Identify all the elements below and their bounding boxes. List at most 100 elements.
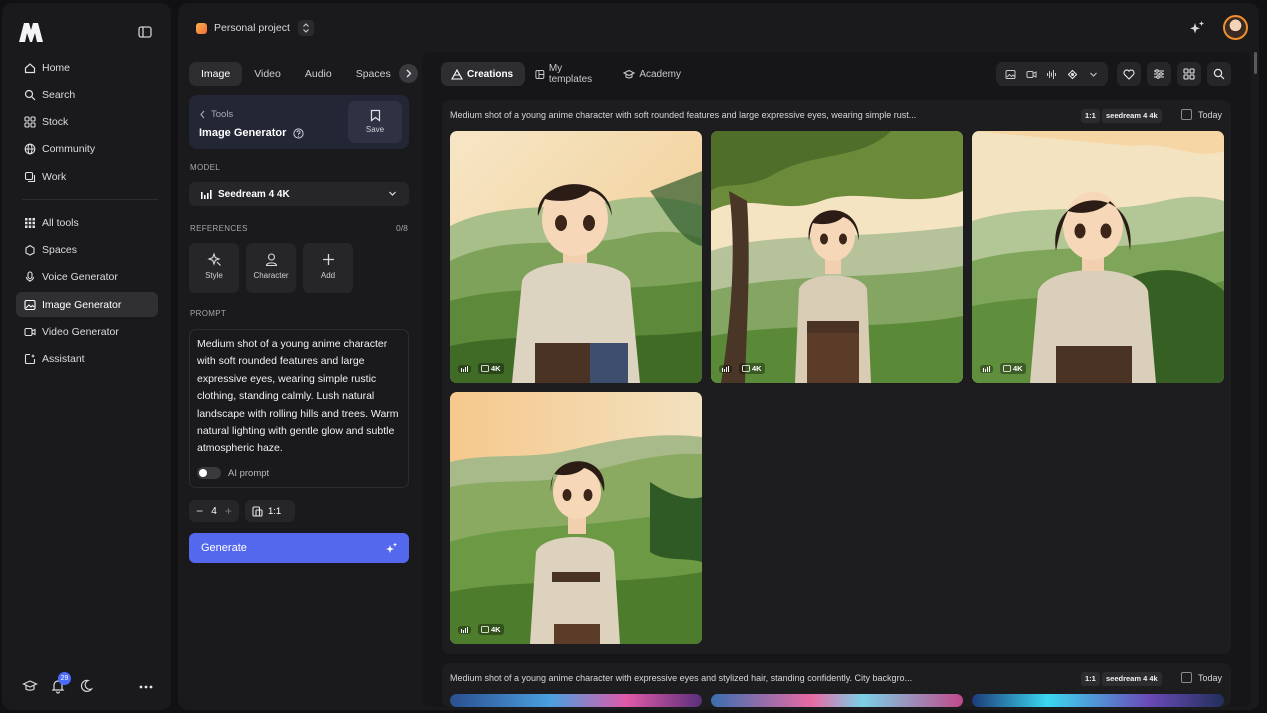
resolution-label: 4K: [1013, 364, 1023, 373]
prompt-section-label: PROMPT: [190, 309, 227, 318]
quantity-value: 4: [211, 505, 217, 517]
model-bars-icon: [722, 365, 729, 372]
favorites-button[interactable]: [1117, 62, 1141, 86]
sidebar-item-voice-generator[interactable]: Voice Generator: [16, 265, 158, 290]
user-avatar[interactable]: [1223, 15, 1248, 40]
anime-boy-hills-image: [450, 131, 702, 383]
anime-girl-hills-image: [972, 131, 1224, 383]
generated-image[interactable]: 4K: [450, 392, 702, 644]
filter-settings-button[interactable]: [1147, 62, 1171, 86]
sidebar-item-spaces[interactable]: Spaces: [16, 237, 158, 262]
app-logo[interactable]: [18, 21, 44, 43]
generated-image[interactable]: [711, 694, 963, 707]
moon-icon[interactable]: [78, 678, 94, 694]
generation-prompt[interactable]: Medium shot of a young anime character w…: [450, 673, 912, 683]
tools-back-link[interactable]: Tools: [199, 109, 233, 120]
quantity-increase-button[interactable]: +: [225, 504, 232, 518]
generation-group-header: Medium shot of a young anime character w…: [450, 672, 1223, 687]
gallery-tabs: Creations My templates Academy: [441, 62, 693, 86]
stock-icon: [24, 116, 36, 128]
graduation-cap-icon: [623, 69, 636, 78]
sidebar-item-label: Community: [42, 143, 96, 156]
graduation-cap-icon[interactable]: [22, 678, 38, 694]
video-filter-icon[interactable]: [1026, 69, 1037, 80]
chevron-down-icon: [389, 191, 396, 196]
grid-view-button[interactable]: [1177, 62, 1201, 86]
sidebar-item-home[interactable]: Home: [16, 55, 158, 80]
tab-spaces[interactable]: Spaces: [344, 62, 403, 86]
tab-image[interactable]: Image: [189, 62, 243, 86]
aspect-ratio-icon: [252, 505, 263, 517]
model-badge: [458, 625, 471, 634]
generated-image[interactable]: 4K: [711, 131, 963, 383]
sidebar-item-video-generator[interactable]: Video Generator: [16, 319, 158, 344]
media-type-tabs: Image Video Audio Spaces: [189, 62, 418, 86]
save-button[interactable]: Save: [348, 101, 402, 143]
tab-my-templates[interactable]: My templates: [525, 62, 613, 86]
tab-creations[interactable]: Creations: [441, 62, 526, 86]
resolution-label: 4K: [491, 364, 501, 373]
anime-girl-tree-image: [711, 131, 963, 383]
templates-icon: [535, 69, 545, 79]
sidebar-divider: [22, 199, 158, 201]
model-select[interactable]: Seedream 4 4K: [189, 182, 409, 206]
audio-filter-icon[interactable]: [1046, 69, 1057, 80]
sidebar-item-label: Home: [42, 61, 71, 74]
project-switch-button[interactable]: [297, 20, 314, 36]
tabs-next-button[interactable]: [399, 64, 418, 83]
image-badges: 4K: [458, 624, 504, 635]
group-date: Today: [1198, 673, 1223, 683]
grid-icon: [25, 217, 35, 228]
sidebar-item-search[interactable]: Search: [16, 82, 158, 107]
tab-my-templates-label: My templates: [548, 63, 593, 85]
resolution-badge: 4K: [478, 624, 504, 635]
chevron-down-icon[interactable]: [1088, 69, 1099, 80]
help-icon[interactable]: [293, 127, 305, 139]
generation-prompt[interactable]: Medium shot of a young anime character w…: [450, 110, 916, 120]
reference-add-button[interactable]: Add: [303, 243, 353, 293]
sidebar-item-work[interactable]: Work: [16, 164, 158, 189]
sidebar-item-assistant[interactable]: Assistant: [16, 347, 158, 372]
search-icon: [24, 89, 36, 101]
tab-academy[interactable]: Academy: [613, 62, 693, 86]
prompt-textarea[interactable]: Medium shot of a young anime character w…: [189, 329, 409, 488]
image-filter-icon[interactable]: [1005, 69, 1016, 80]
sidebar-item-label: Stock: [42, 116, 69, 129]
select-group-checkbox[interactable]: [1181, 109, 1192, 120]
generate-button[interactable]: Generate: [189, 533, 409, 563]
sparkle-icon[interactable]: [1188, 19, 1206, 37]
sidebar-item-stock[interactable]: Stock: [16, 110, 158, 135]
ai-prompt-toggle[interactable]: [197, 467, 221, 479]
generated-image[interactable]: [450, 694, 702, 707]
sidebar-item-label: Voice Generator: [42, 271, 118, 284]
person-icon: [265, 253, 277, 267]
reference-style-button[interactable]: Style: [189, 243, 239, 293]
sidebar-collapse-icon[interactable]: [138, 25, 152, 39]
resolution-badge: 4K: [739, 363, 765, 374]
image-icon: [481, 365, 489, 372]
gallery-search-button[interactable]: [1207, 62, 1231, 86]
sidebar-item-community[interactable]: Community: [16, 137, 158, 162]
sidebar-item-all-tools[interactable]: All tools: [16, 210, 158, 235]
reference-character-button[interactable]: Character: [246, 243, 296, 293]
aspect-ratio-button[interactable]: 1:1: [245, 500, 295, 522]
project-selector[interactable]: Personal project: [196, 18, 314, 38]
sidebar-item-image-generator[interactable]: Image Generator: [16, 292, 158, 318]
tab-video[interactable]: Video: [242, 62, 293, 86]
generated-image[interactable]: 4K: [450, 131, 702, 383]
more-icon[interactable]: [138, 678, 154, 694]
select-group-checkbox[interactable]: [1181, 672, 1192, 683]
quantity-decrease-button[interactable]: −: [196, 504, 203, 518]
gallery-scrollbar[interactable]: [1254, 52, 1257, 74]
tab-audio[interactable]: Audio: [293, 62, 344, 86]
generated-image[interactable]: [972, 694, 1224, 707]
generated-image[interactable]: 4K: [972, 131, 1224, 383]
spaces-icon: [25, 244, 35, 256]
shapes-filter-icon[interactable]: [1067, 69, 1078, 80]
sparkle-icon: [386, 542, 397, 553]
image-badges: 4K: [980, 363, 1026, 374]
sidebar-item-label: Spaces: [42, 243, 78, 256]
reference-character-label: Character: [253, 271, 289, 280]
model-badge: [458, 364, 471, 373]
media-filter-group: [996, 62, 1108, 86]
